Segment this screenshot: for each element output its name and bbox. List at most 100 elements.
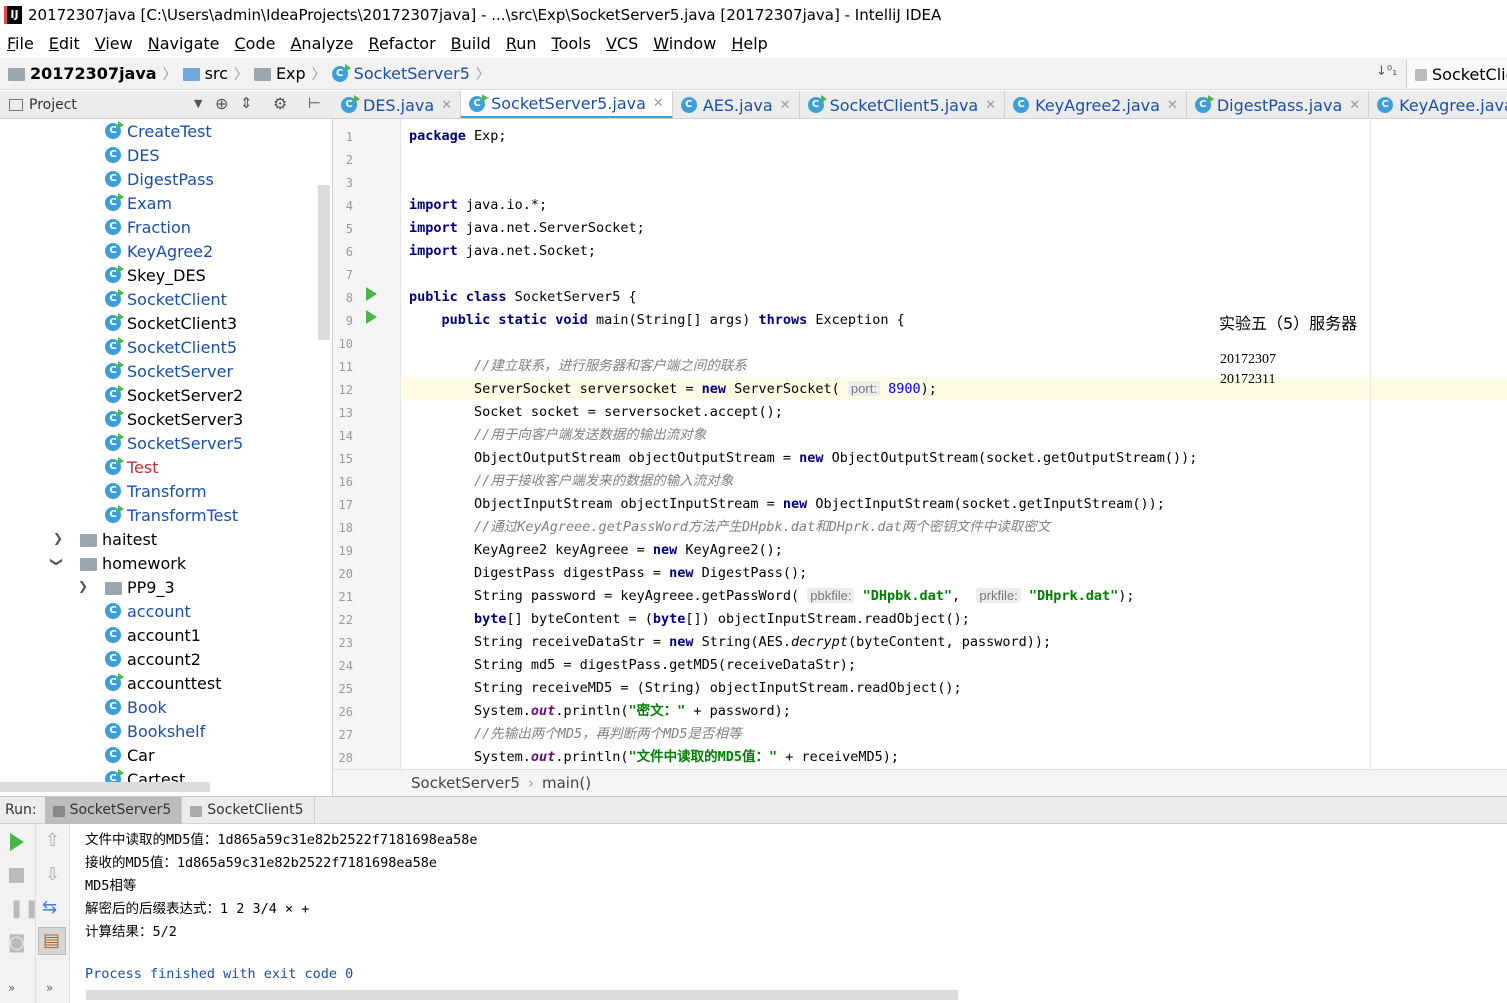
tab-socketclient5[interactable]: C SocketClient5.java ✕ (800, 91, 1006, 118)
line-number: 3 (345, 176, 353, 190)
tree-item[interactable]: C Skey_DES (105, 263, 206, 287)
menu-tools[interactable]: Tools (552, 34, 591, 53)
code-line: KeyAgree2 keyAgreee = new KeyAgree2(); (409, 542, 783, 558)
tree-item[interactable]: C Fraction (105, 215, 191, 239)
tree-item[interactable]: Caccount (105, 599, 191, 623)
tree-item[interactable]: C SocketServer2 (105, 383, 243, 407)
tree-scrollbar[interactable] (318, 185, 330, 340)
menu-file[interactable]: File (7, 34, 34, 53)
sort-icon[interactable]: ↓⁰₁ (1376, 64, 1397, 79)
run-tab-socketclient5[interactable]: SocketClient5 (182, 796, 315, 824)
class-icon: C (105, 289, 124, 307)
soft-wrap-icon[interactable]: ⇆ (42, 897, 57, 918)
expand-icon[interactable]: » (8, 981, 15, 995)
breadcrumb-method[interactable]: main() (542, 774, 591, 792)
tab-socketserver5[interactable]: C SocketServer5.java ✕ (461, 91, 673, 118)
tree-horizontal-scrollbar[interactable] (0, 782, 210, 792)
nav-src[interactable]: src (182, 64, 228, 83)
menu-run[interactable]: Run (506, 34, 537, 53)
console-output[interactable]: 文件中读取的MD5值：1d865a59c31e82b2522f7181698ea… (70, 824, 1507, 1003)
menu-build[interactable]: Build (451, 34, 491, 53)
tree-folder[interactable]: PP9_3 (105, 575, 175, 599)
menu-navigate[interactable]: Navigate (148, 34, 220, 53)
menu-vcs[interactable]: VCS (606, 34, 638, 53)
nav-exp[interactable]: Exp (253, 64, 306, 83)
tree-item[interactable]: C DigestPass (105, 167, 214, 191)
arrow-up-icon[interactable]: ⇧ (45, 830, 60, 851)
run-main-icon[interactable] (366, 310, 377, 324)
class-icon: C (1377, 97, 1394, 113)
tree-item[interactable]: C Book (105, 695, 167, 719)
tree-item[interactable]: C SocketServer5 (105, 431, 243, 455)
close-icon[interactable]: ✕ (1167, 98, 1178, 113)
tree-item[interactable]: C Bookshelf (105, 719, 205, 743)
dropdown-icon[interactable]: ▼ (194, 97, 202, 110)
tree-item[interactable]: C KeyAgree2 (105, 239, 213, 263)
console-icon (190, 805, 203, 817)
tree-folder[interactable]: haitest (80, 527, 157, 551)
arrow-down-icon[interactable]: ⇩ (45, 864, 60, 885)
close-icon[interactable]: ✕ (1349, 98, 1360, 113)
hide-panel-icon[interactable]: ⊢ (308, 94, 321, 112)
tree-item[interactable]: C Transform (105, 479, 207, 503)
tree-item-label: Skey_DES (127, 265, 206, 285)
rerun-icon[interactable] (10, 833, 24, 851)
close-icon[interactable]: ✕ (653, 96, 664, 111)
tree-item[interactable]: Caccounttest (105, 671, 221, 695)
run-tool-bar: Run: SocketServer5 SocketClient5 (0, 796, 1507, 824)
tree-item[interactable]: C SocketServer (105, 359, 233, 383)
run-class-icon[interactable] (366, 287, 377, 301)
nav-project[interactable]: 20172307java (8, 64, 157, 83)
tree-item[interactable]: C TransformTest (105, 503, 238, 527)
collapse-icon[interactable]: ⇕ (240, 94, 253, 112)
class-icon: C (105, 265, 124, 283)
menu-edit[interactable]: Edit (49, 34, 80, 53)
tab-des[interactable]: C DES.java ✕ (333, 91, 462, 118)
menu-help[interactable]: Help (731, 34, 767, 53)
tree-item[interactable]: C Car (105, 743, 155, 767)
code-editor[interactable]: 1 2 3 4 5 6 7 8 9 10 11 12 13 14 15 16 1… (333, 119, 1507, 769)
tab-aes[interactable]: C AES.java ✕ (673, 91, 800, 118)
menu-refactor[interactable]: Refactor (369, 34, 436, 53)
expand-icon[interactable]: » (46, 981, 53, 995)
close-icon[interactable]: ✕ (985, 98, 996, 113)
gear-icon[interactable]: ⚙ (273, 94, 287, 113)
tab-digestpass[interactable]: C DigestPass.java ✕ (1187, 91, 1370, 118)
tree-item[interactable]: C SocketServer3 (105, 407, 243, 431)
camera-icon[interactable]: ◙ (8, 932, 25, 953)
chevron-down-icon[interactable]: ❯ (50, 557, 64, 567)
console-scrollbar[interactable] (86, 990, 958, 1000)
tree-folder[interactable]: homework (80, 551, 186, 575)
tree-item[interactable]: Caccount2 (105, 647, 201, 671)
tree-item-label: SocketServer5 (127, 433, 244, 453)
tree-item[interactable]: C CreateTest (105, 119, 212, 143)
line-number: 22 (338, 613, 353, 627)
project-panel-title[interactable]: Project (29, 97, 77, 113)
chevron-right-icon[interactable]: ❯ (53, 531, 63, 545)
run-config-selector[interactable]: SocketClie (1406, 60, 1507, 88)
run-tab-socketserver5[interactable]: SocketServer5 (44, 796, 183, 824)
close-icon[interactable]: ✕ (780, 98, 791, 113)
tab-keyagree2[interactable]: C KeyAgree2.java ✕ (1005, 91, 1187, 118)
tree-item[interactable]: C DES (105, 143, 160, 167)
tree-item[interactable]: C SocketClient3 (105, 311, 237, 335)
breadcrumb-class[interactable]: SocketServer5 (411, 774, 520, 792)
menu-view[interactable]: View (95, 34, 133, 53)
tree-item[interactable]: C Exam (105, 191, 172, 215)
target-icon[interactable]: ⊕ (215, 94, 228, 113)
parameter-hint: pbkfile: (807, 588, 855, 603)
stop-icon[interactable] (9, 868, 24, 883)
nav-file[interactable]: C SocketServer5 (331, 63, 470, 83)
menu-analyze[interactable]: Analyze (290, 34, 353, 53)
tree-item[interactable]: C SocketClient (105, 287, 227, 311)
close-icon[interactable]: ✕ (441, 98, 452, 113)
chevron-right-icon[interactable]: ❯ (78, 579, 88, 593)
code-comment: //用于向客户端发送数据的输出流对象 (409, 427, 707, 443)
tree-item[interactable]: Caccount1 (105, 623, 201, 647)
tree-item[interactable]: C Test (105, 455, 159, 479)
tree-item[interactable]: C SocketClient5 (105, 335, 237, 359)
menu-window[interactable]: Window (653, 34, 716, 53)
chevron-right-icon: › (527, 774, 534, 792)
tab-keyagree[interactable]: CKeyAgree.java✕ (1369, 91, 1507, 118)
menu-code[interactable]: Code (235, 34, 276, 53)
